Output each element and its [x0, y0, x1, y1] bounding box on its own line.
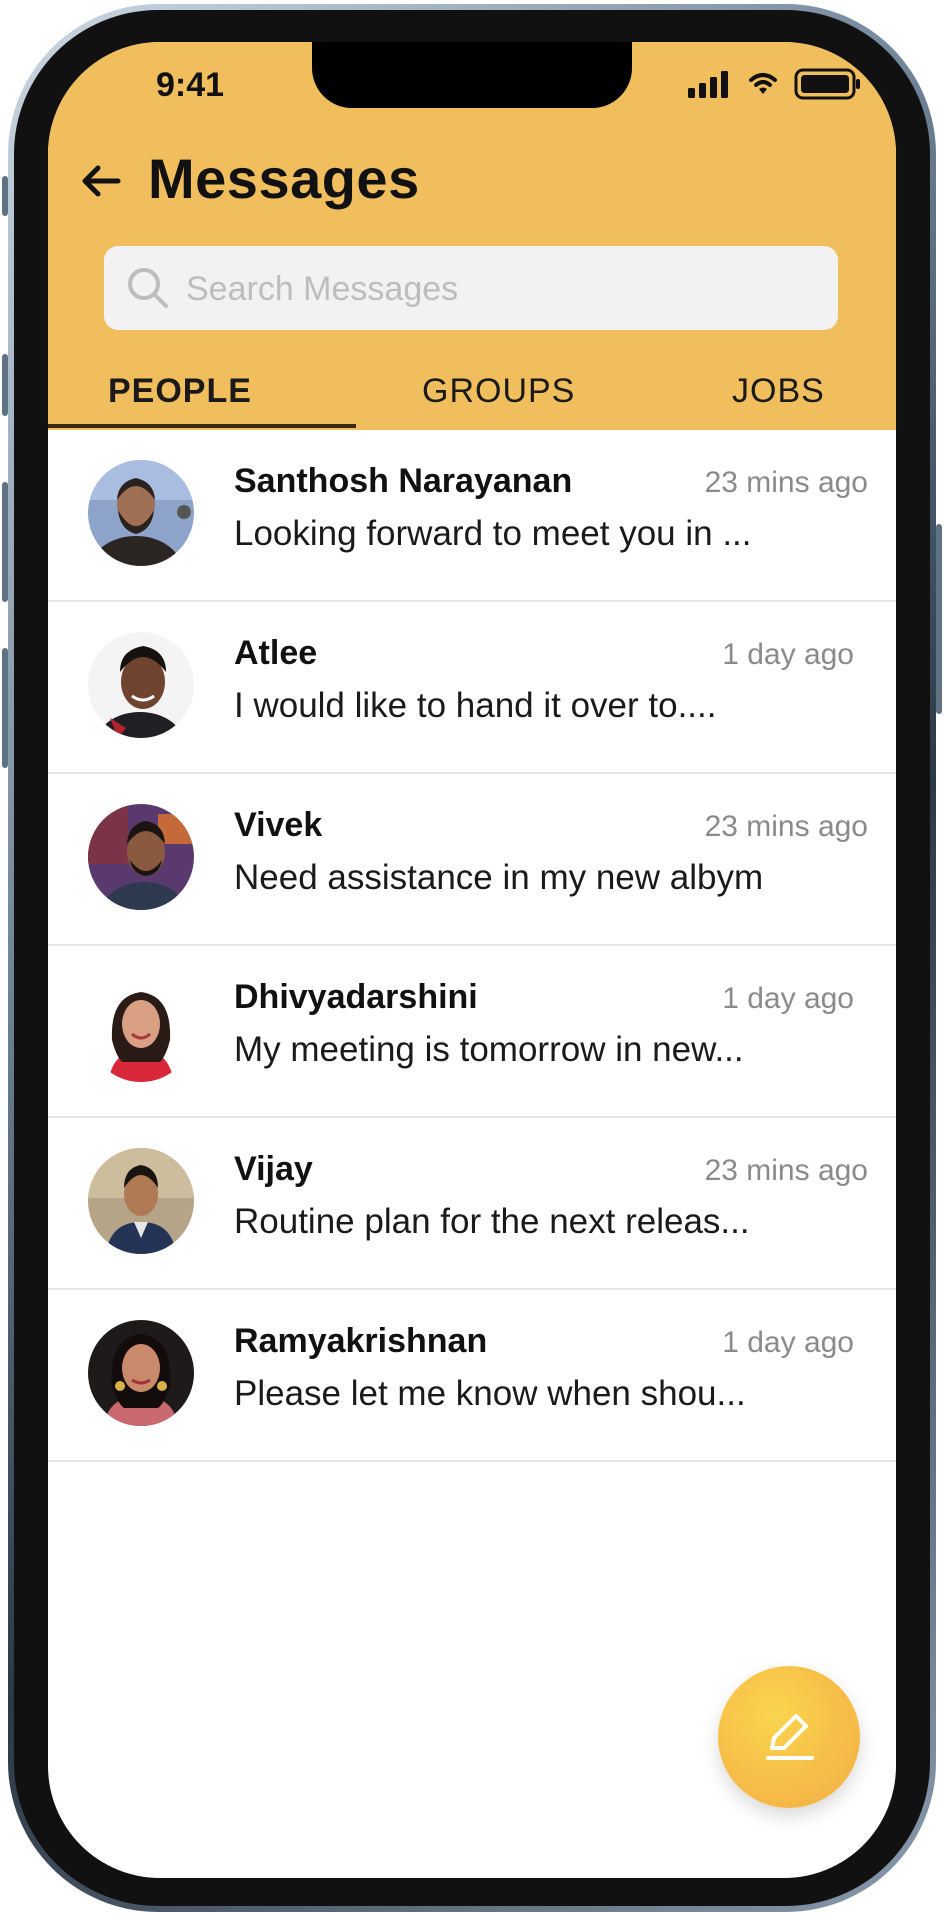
- notch: [312, 42, 632, 108]
- conversation-row[interactable]: Vijay 23 mins ago Routine plan for the n…: [48, 1118, 896, 1290]
- power-button: [936, 524, 942, 714]
- volume-up-button: [2, 354, 8, 416]
- search-icon: [128, 268, 168, 308]
- conversation-row[interactable]: Dhivyadarshini 1 day ago My meeting is t…: [48, 946, 896, 1118]
- conversation-row[interactable]: Ramyakrishnan 1 day ago Please let me kn…: [48, 1290, 896, 1462]
- contact-name: Vivek: [234, 806, 323, 844]
- compose-button[interactable]: [718, 1666, 860, 1808]
- status-icons: [688, 68, 862, 100]
- volume-down-button: [2, 482, 8, 602]
- avatar: [88, 1320, 194, 1426]
- search-input[interactable]: [184, 246, 818, 332]
- tab-jobs[interactable]: JOBS: [732, 372, 825, 411]
- tab-groups[interactable]: GROUPS: [422, 372, 575, 411]
- message-time: 23 mins ago: [704, 466, 868, 499]
- pencil-icon: [766, 1714, 814, 1760]
- contact-name: Vijay: [234, 1150, 313, 1188]
- avatar: [88, 976, 194, 1082]
- avatar: [88, 632, 194, 738]
- message-preview: Looking forward to meet you in ...: [234, 514, 752, 553]
- message-time: 1 day ago: [722, 982, 854, 1015]
- contact-name: Atlee: [234, 634, 318, 672]
- status-time: 9:41: [156, 66, 225, 104]
- message-preview: I would like to hand it over to....: [234, 686, 717, 725]
- screen: 9:41 Messages PEOPLE GROUPS JOBS: [48, 42, 896, 1878]
- message-time: 23 mins ago: [704, 1154, 868, 1187]
- page-title: Messages: [148, 147, 420, 210]
- message-time: 23 mins ago: [704, 810, 868, 843]
- search-bar[interactable]: [104, 246, 838, 332]
- mute-switch: [2, 176, 8, 216]
- conversation-row[interactable]: Santhosh Narayanan 23 mins ago Looking f…: [48, 430, 896, 602]
- wifi-icon: [749, 73, 777, 94]
- battery-icon: [794, 68, 860, 100]
- volume-extra-button: [2, 648, 8, 768]
- avatar: [88, 460, 194, 566]
- message-preview: Please let me know when shou...: [234, 1374, 746, 1413]
- arrow-left-icon[interactable]: [78, 158, 124, 204]
- contact-name: Dhivyadarshini: [234, 978, 478, 1016]
- message-preview: Need assistance in my new albym: [234, 858, 764, 897]
- tab-people[interactable]: PEOPLE: [108, 372, 252, 411]
- active-tab-indicator: [48, 424, 356, 428]
- avatar: [88, 804, 194, 910]
- message-preview: My meeting is tomorrow in new...: [234, 1030, 744, 1069]
- contact-name: Ramyakrishnan: [234, 1322, 488, 1360]
- message-time: 1 day ago: [722, 638, 854, 671]
- conversation-row[interactable]: Atlee 1 day ago I would like to hand it …: [48, 602, 896, 774]
- contact-name: Santhosh Narayanan: [234, 462, 573, 500]
- message-preview: Routine plan for the next releas...: [234, 1202, 750, 1241]
- avatar: [88, 1148, 194, 1254]
- message-time: 1 day ago: [722, 1326, 854, 1359]
- signal-icon: [688, 71, 728, 98]
- conversation-row[interactable]: Vivek 23 mins ago Need assistance in my …: [48, 774, 896, 946]
